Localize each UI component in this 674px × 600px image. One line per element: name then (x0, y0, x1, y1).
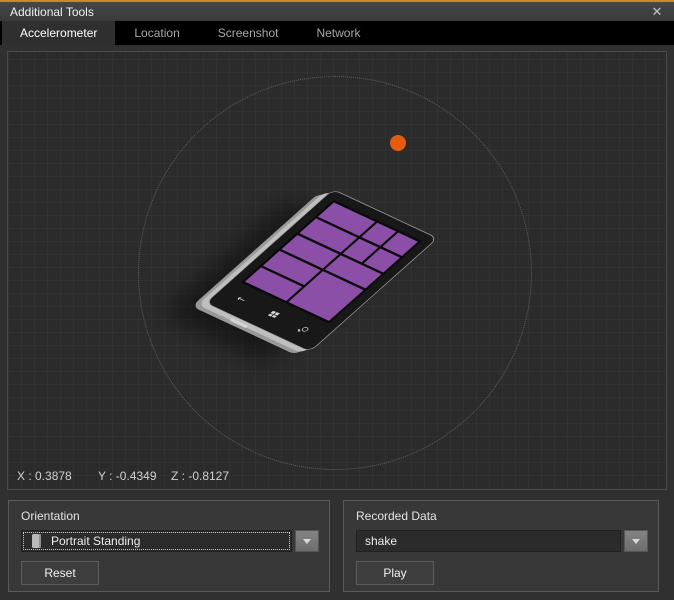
readout-y: Y : -0.4349 (98, 469, 171, 483)
orientation-dropdown-button[interactable] (295, 530, 319, 552)
orientation-label: Orientation (21, 509, 80, 523)
accelerometer-canvas[interactable]: ← X : 0.3878 Y : -0.4349 Z : -0.8127 (7, 51, 667, 490)
orientation-selected-value: Portrait Standing (51, 534, 140, 548)
readout-x: X : 0.3878 (17, 469, 98, 483)
back-icon: ← (233, 294, 249, 305)
window-title: Additional Tools (10, 5, 94, 19)
tab-network[interactable]: Network (297, 21, 379, 45)
tab-location[interactable]: Location (115, 21, 198, 45)
title-bar: Additional Tools ✕ (0, 2, 674, 21)
play-button[interactable]: Play (356, 561, 434, 585)
windows-logo-icon (268, 311, 280, 318)
phone-portrait-icon (32, 534, 41, 548)
tilt-handle-dot[interactable] (390, 135, 406, 151)
recorded-data-combobox[interactable]: shake (356, 530, 648, 552)
search-icon (301, 326, 310, 332)
orientation-combobox[interactable]: Portrait Standing (21, 530, 319, 552)
chevron-down-icon (632, 539, 640, 544)
chevron-down-icon (303, 539, 311, 544)
tab-accelerometer[interactable]: Accelerometer (2, 21, 115, 45)
axis-readouts: X : 0.3878 Y : -0.4349 Z : -0.8127 (17, 469, 229, 483)
recorded-data-panel: Recorded Data shake Play (343, 500, 659, 592)
recorded-data-combobox-field[interactable]: shake (356, 530, 621, 552)
tab-screenshot[interactable]: Screenshot (199, 21, 298, 45)
close-icon[interactable]: ✕ (646, 3, 668, 20)
orientation-combobox-field[interactable]: Portrait Standing (21, 530, 292, 552)
recorded-data-dropdown-button[interactable] (624, 530, 648, 552)
tab-strip: Accelerometer Location Screenshot Networ… (0, 21, 674, 45)
recorded-data-label: Recorded Data (356, 509, 437, 523)
readout-z: Z : -0.8127 (171, 469, 229, 483)
recorded-data-selected-value: shake (365, 534, 397, 548)
orientation-panel: Orientation Portrait Standing Reset (8, 500, 330, 592)
reset-button[interactable]: Reset (21, 561, 99, 585)
